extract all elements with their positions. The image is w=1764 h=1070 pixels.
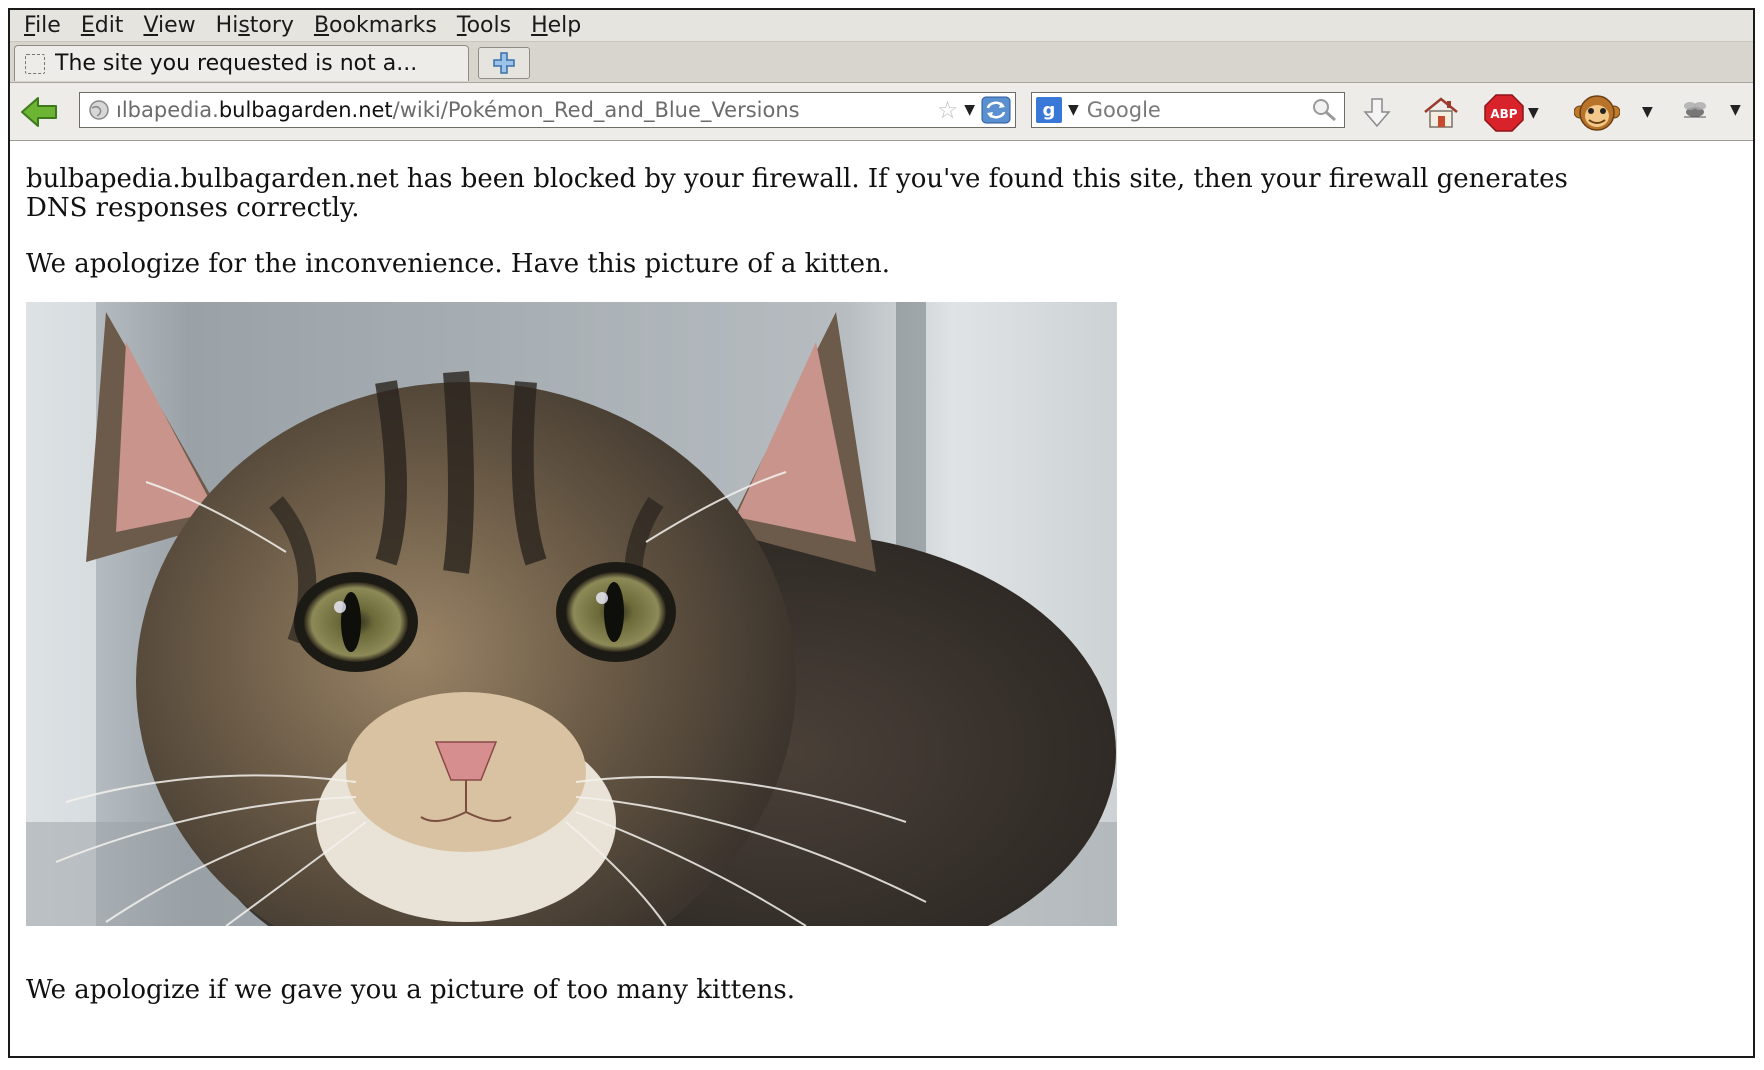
back-button[interactable] <box>20 95 60 133</box>
globe-icon <box>89 100 109 120</box>
menu-help[interactable]: Help <box>523 13 593 38</box>
menu-view[interactable]: View <box>135 13 207 38</box>
menu-label-part: ile <box>35 13 61 38</box>
url-path: /wiki/Pokémon_Red_and_Blue_Versions <box>392 98 800 122</box>
menu-accelerator: V <box>143 13 159 38</box>
apology-message: We apologize for the inconvenience. Have… <box>26 249 891 279</box>
new-tab-button[interactable] <box>478 47 530 79</box>
tab-favicon-icon <box>25 53 45 74</box>
back-arrow-icon <box>21 97 57 127</box>
browser-window: File Edit View History Bookmarks Tools Help Th… <box>8 8 1755 1058</box>
menu-accelerator: B <box>313 13 330 38</box>
url-text[interactable]: ılbapedia.bulbagarden.net/wiki/Pokémon_R… <box>116 98 933 122</box>
plus-icon <box>493 52 515 74</box>
menu-label-part: iew <box>158 13 196 38</box>
menu-label-part: ools <box>466 13 512 38</box>
google-icon[interactable]: g <box>1036 97 1062 123</box>
menu-history[interactable]: History <box>208 13 306 38</box>
menu-bookmarks[interactable]: Bookmarks <box>306 13 449 38</box>
tab-title: The site you requested is not a... <box>55 51 418 76</box>
adblock-button[interactable]: ABP ▼ <box>1484 94 1539 132</box>
menu-accelerator: F <box>24 13 36 38</box>
block-message-line-2: DNS responses correctly. <box>26 193 360 223</box>
greasemonkey-button[interactable]: ▼ <box>1574 92 1653 132</box>
menu-label-part: elp <box>547 13 582 38</box>
too-many-kittens-message: We apologize if we gave you a picture of… <box>26 975 795 1005</box>
extension-dropdown[interactable]: ▼ <box>1730 102 1741 118</box>
menu-bar: File Edit View History Bookmarks Tools Help <box>10 10 1753 42</box>
url-history-dropdown[interactable]: ▼ <box>964 102 975 118</box>
bookmark-star-icon[interactable]: ☆ <box>937 96 959 124</box>
url-bar[interactable]: ılbapedia.bulbagarden.net/wiki/Pokémon_R… <box>79 92 1016 128</box>
tab-bar: The site you requested is not a... <box>10 42 1753 83</box>
adblock-icon: ABP <box>1484 94 1524 132</box>
menu-label-part: ookmarks <box>329 13 437 38</box>
menu-accelerator: H <box>531 13 548 38</box>
menu-tools[interactable]: Tools <box>449 13 523 38</box>
url-domain: bulbagarden.net <box>218 98 393 122</box>
menu-accelerator: E <box>80 13 95 38</box>
menu-label-part: dit <box>94 13 124 38</box>
search-input[interactable]: Google <box>1087 98 1310 122</box>
greasemonkey-dropdown[interactable]: ▼ <box>1642 104 1653 120</box>
search-bar[interactable]: g ▼ Google <box>1031 92 1345 128</box>
search-engine-dropdown[interactable]: ▼ <box>1068 102 1079 118</box>
tab-active[interactable]: The site you requested is not a... <box>14 45 469 81</box>
menu-edit[interactable]: Edit <box>73 13 136 38</box>
url-prefix: ılbapedia. <box>116 98 219 122</box>
menu-label-part: tory <box>249 13 294 38</box>
home-icon[interactable] <box>1422 96 1460 130</box>
navigation-toolbar: ılbapedia.bulbagarden.net/wiki/Pokémon_R… <box>10 83 1753 141</box>
menu-accelerator: T <box>456 13 467 38</box>
extension-button[interactable]: ▼ <box>1680 99 1741 121</box>
menu-label-part: Hi <box>215 13 239 38</box>
magnifier-icon[interactable] <box>1310 97 1338 123</box>
menu-file[interactable]: File <box>16 13 73 38</box>
greasemonkey-icon <box>1574 95 1620 131</box>
adblock-dropdown[interactable]: ▼ <box>1528 105 1539 121</box>
block-message-line-1: bulbapedia.bulbagarden.net has been bloc… <box>26 164 1568 194</box>
menu-accelerator: s <box>238 13 250 38</box>
reload-icon[interactable] <box>981 96 1011 124</box>
download-icon[interactable] <box>1360 96 1394 130</box>
extension-icon <box>1684 102 1706 118</box>
adblock-label: ABP <box>1490 107 1517 121</box>
kitten-image <box>26 302 1117 926</box>
